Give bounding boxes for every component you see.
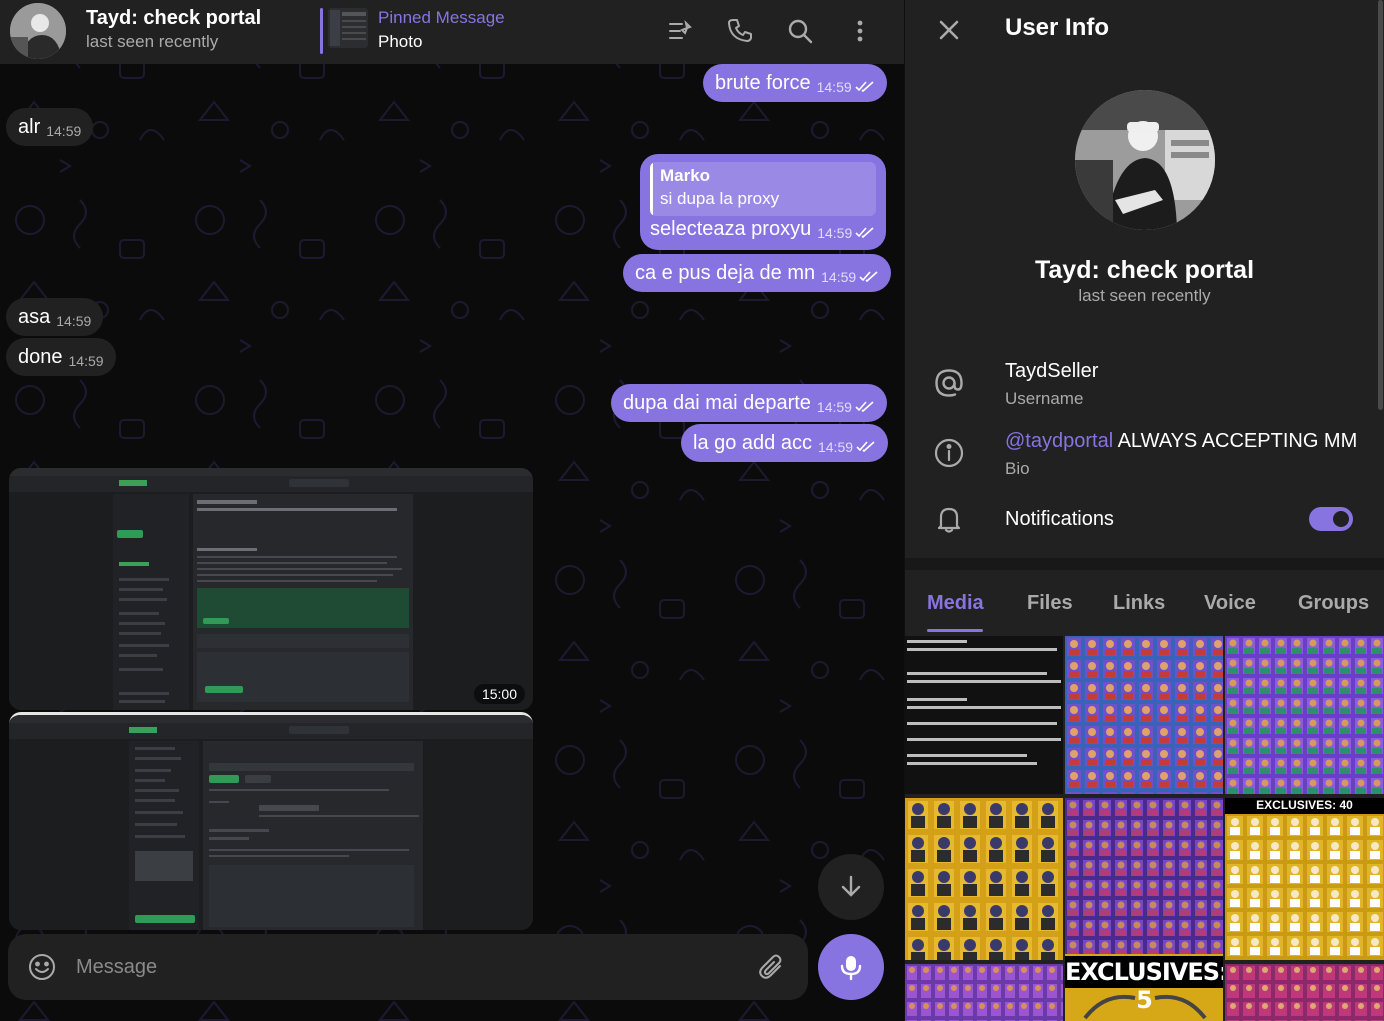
read-checkmarks-icon	[856, 441, 875, 453]
reply-author: Marko	[660, 166, 711, 185]
message-text: selecteaza proxyu	[650, 218, 812, 240]
chat-title[interactable]: Tayd: check portal	[86, 7, 261, 30]
message-time: 14:59	[817, 439, 854, 455]
profile-status: last seen recently	[1078, 286, 1211, 305]
tab-links[interactable]: Links	[1113, 592, 1165, 615]
tab-files[interactable]: Files	[1027, 592, 1073, 615]
pinned-list-icon[interactable]	[662, 13, 698, 49]
message-time: 14:59	[56, 313, 92, 329]
message-text: brute force	[715, 72, 811, 94]
active-tab-indicator	[927, 629, 983, 632]
message-bubble-outgoing[interactable]: dupa dai mai departe 14:59	[611, 384, 887, 422]
message-time: 14:59	[816, 79, 852, 95]
read-checkmarks-icon	[855, 81, 874, 93]
message-time: 14:59	[68, 353, 104, 369]
message-bubble-incoming[interactable]: alr 14:59	[6, 108, 94, 146]
media-thumbnail[interactable]	[1225, 964, 1384, 1021]
media-thumbnail[interactable]	[1065, 636, 1223, 794]
message-text: alr	[18, 116, 41, 138]
message-time: 14:59	[817, 225, 853, 241]
photo-time: 15:00	[473, 684, 525, 704]
media-thumbnail[interactable]	[1225, 636, 1384, 794]
media-thumbnail[interactable]	[1065, 798, 1223, 960]
read-checkmarks-icon	[855, 401, 874, 413]
bio-text: ALWAYS ACCEPTING MM	[1113, 430, 1358, 452]
info-icon	[931, 435, 967, 471]
read-checkmarks-icon	[855, 227, 874, 239]
microphone-icon	[840, 956, 862, 981]
photo-message[interactable]: 15:00	[9, 468, 533, 710]
shared-media-tabs: Media Files Links Voice Groups	[905, 570, 1384, 632]
chat-avatar[interactable]	[10, 3, 66, 59]
bio-label: Bio	[1005, 459, 1030, 478]
panel-scrollbar[interactable]	[1378, 0, 1383, 410]
message-text: ca e pus deja de mn	[635, 262, 816, 284]
reply-quoted-text: si dupa la proxy	[660, 189, 780, 208]
search-icon[interactable]	[782, 13, 818, 49]
bell-icon	[931, 501, 967, 537]
phone-icon[interactable]	[722, 13, 758, 49]
tab-media[interactable]: Media	[927, 592, 984, 615]
media-grid: EXCLUSIVES: 40 EXCLUSIVES: 5	[905, 636, 1384, 1021]
media-thumbnail[interactable]	[905, 636, 1063, 794]
username-value[interactable]: TaydSeller	[1005, 360, 1098, 383]
username-label: Username	[1005, 389, 1084, 408]
pinned-thumbnail[interactable]	[328, 8, 368, 48]
at-sign-icon	[931, 365, 967, 401]
photo-message[interactable]	[9, 712, 533, 930]
tab-groups[interactable]: Groups	[1298, 592, 1369, 615]
message-time: 14:59	[816, 399, 852, 415]
profile-name: Tayd: check portal	[1034, 256, 1255, 284]
read-checkmarks-icon	[859, 271, 878, 283]
media-thumbnail[interactable]: EXCLUSIVES: 5	[1065, 954, 1223, 1021]
profile-avatar[interactable]	[1075, 90, 1215, 230]
arrow-down-icon	[841, 875, 861, 897]
pinned-message-label[interactable]: Pinned Message	[378, 8, 505, 28]
media-thumbnail[interactable]	[905, 964, 1063, 1021]
scroll-to-bottom-button[interactable]	[818, 854, 884, 920]
screenshot-image	[9, 715, 533, 930]
media-thumbnail[interactable]: EXCLUSIVES: 40	[1225, 798, 1384, 960]
tab-voice[interactable]: Voice	[1204, 592, 1256, 615]
message-input[interactable]	[76, 953, 676, 981]
message-bubble-outgoing[interactable]: brute force 14:59	[703, 64, 887, 102]
pinned-message-text[interactable]: Photo	[378, 32, 422, 52]
media-thumbnail[interactable]	[905, 798, 1063, 960]
user-info-panel: User Info Tayd: check portal last seen r…	[905, 0, 1384, 1021]
message-time: 14:59	[821, 269, 857, 285]
message-bubble-reply[interactable]: Marko si dupa la proxy selecteaza proxyu…	[640, 154, 886, 250]
emoji-icon[interactable]	[26, 951, 58, 983]
chat-header: Tayd: check portal last seen recently Pi…	[0, 0, 904, 64]
message-bubble-outgoing[interactable]: ca e pus deja de mn 14:59	[623, 254, 892, 292]
notifications-label: Notifications	[1005, 508, 1114, 530]
media-caption: EXCLUSIVES: 40	[1256, 798, 1353, 812]
pinned-indicator	[320, 8, 323, 54]
reply-quote[interactable]: Marko si dupa la proxy	[650, 162, 876, 216]
bio-value: @taydportal ALWAYS ACCEPTING MM	[1005, 430, 1357, 453]
divider	[905, 558, 1384, 570]
message-text: asa	[18, 306, 51, 328]
notifications-toggle[interactable]	[1309, 507, 1353, 531]
message-composer	[8, 934, 808, 1000]
message-time: 14:59	[46, 123, 82, 139]
message-text: dupa dai mai departe	[623, 392, 811, 414]
chat-status: last seen recently	[86, 32, 219, 51]
chat-area: Tayd: check portal last seen recently Pi…	[0, 0, 904, 1021]
message-text: la go add acc	[693, 432, 812, 454]
message-bubble-incoming[interactable]: asa 14:59	[6, 298, 104, 336]
message-text: done	[18, 346, 63, 368]
message-bubble-outgoing[interactable]: la go add acc 14:59	[681, 424, 889, 462]
panel-title: User Info	[1005, 14, 1110, 41]
bio-link[interactable]: @taydportal	[1005, 430, 1113, 452]
more-options-icon[interactable]	[842, 13, 878, 49]
message-bubble-incoming[interactable]: done 14:59	[6, 338, 116, 376]
screenshot-image	[9, 468, 533, 710]
voice-record-button[interactable]	[818, 934, 884, 1000]
close-icon[interactable]	[931, 12, 967, 48]
attach-icon[interactable]	[756, 951, 788, 983]
